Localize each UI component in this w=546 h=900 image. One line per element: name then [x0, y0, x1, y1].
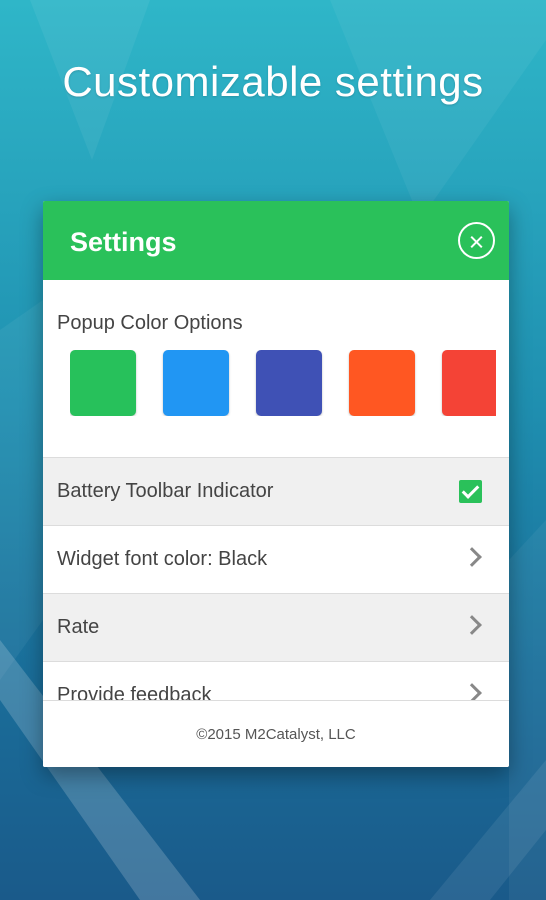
hero-title: Customizable settings — [62, 58, 484, 105]
chevron-right-icon — [462, 683, 482, 700]
dialog-header: Settings — [43, 201, 509, 280]
chevron-right-icon — [462, 547, 482, 567]
popup-color-label: Popup Color Options — [57, 312, 243, 334]
close-icon[interactable] — [458, 222, 495, 259]
provide-feedback-row[interactable]: Provide feedback — [43, 661, 509, 700]
battery-toolbar-indicator-row[interactable]: Battery Toolbar Indicator — [43, 457, 509, 525]
color-swatch-red[interactable] — [442, 350, 496, 416]
checkbox-checked-icon[interactable] — [459, 480, 482, 503]
row-label: Widget font color: Black — [57, 548, 268, 570]
color-swatch-indigo[interactable] — [256, 350, 322, 416]
color-swatch-blue[interactable] — [163, 350, 229, 416]
row-label: Rate — [57, 616, 100, 638]
settings-dialog: Settings Popup Color Options Battery Too… — [43, 201, 509, 767]
row-label: Battery Toolbar Indicator — [57, 480, 274, 502]
color-swatch-green[interactable] — [70, 350, 136, 416]
settings-list[interactable]: Popup Color Options Battery Toolbar Indi… — [43, 280, 509, 700]
chevron-right-icon — [462, 615, 482, 635]
color-swatches — [70, 350, 496, 416]
dialog-title: Settings — [70, 227, 177, 257]
rate-row[interactable]: Rate — [43, 593, 509, 661]
popup-color-section: Popup Color Options — [43, 280, 509, 457]
copyright-footer: ©2015 M2Catalyst, LLC — [43, 700, 509, 767]
color-swatch-orange[interactable] — [349, 350, 415, 416]
widget-font-color-row[interactable]: Widget font color: Black — [43, 525, 509, 593]
row-label: Provide feedback — [57, 684, 212, 700]
